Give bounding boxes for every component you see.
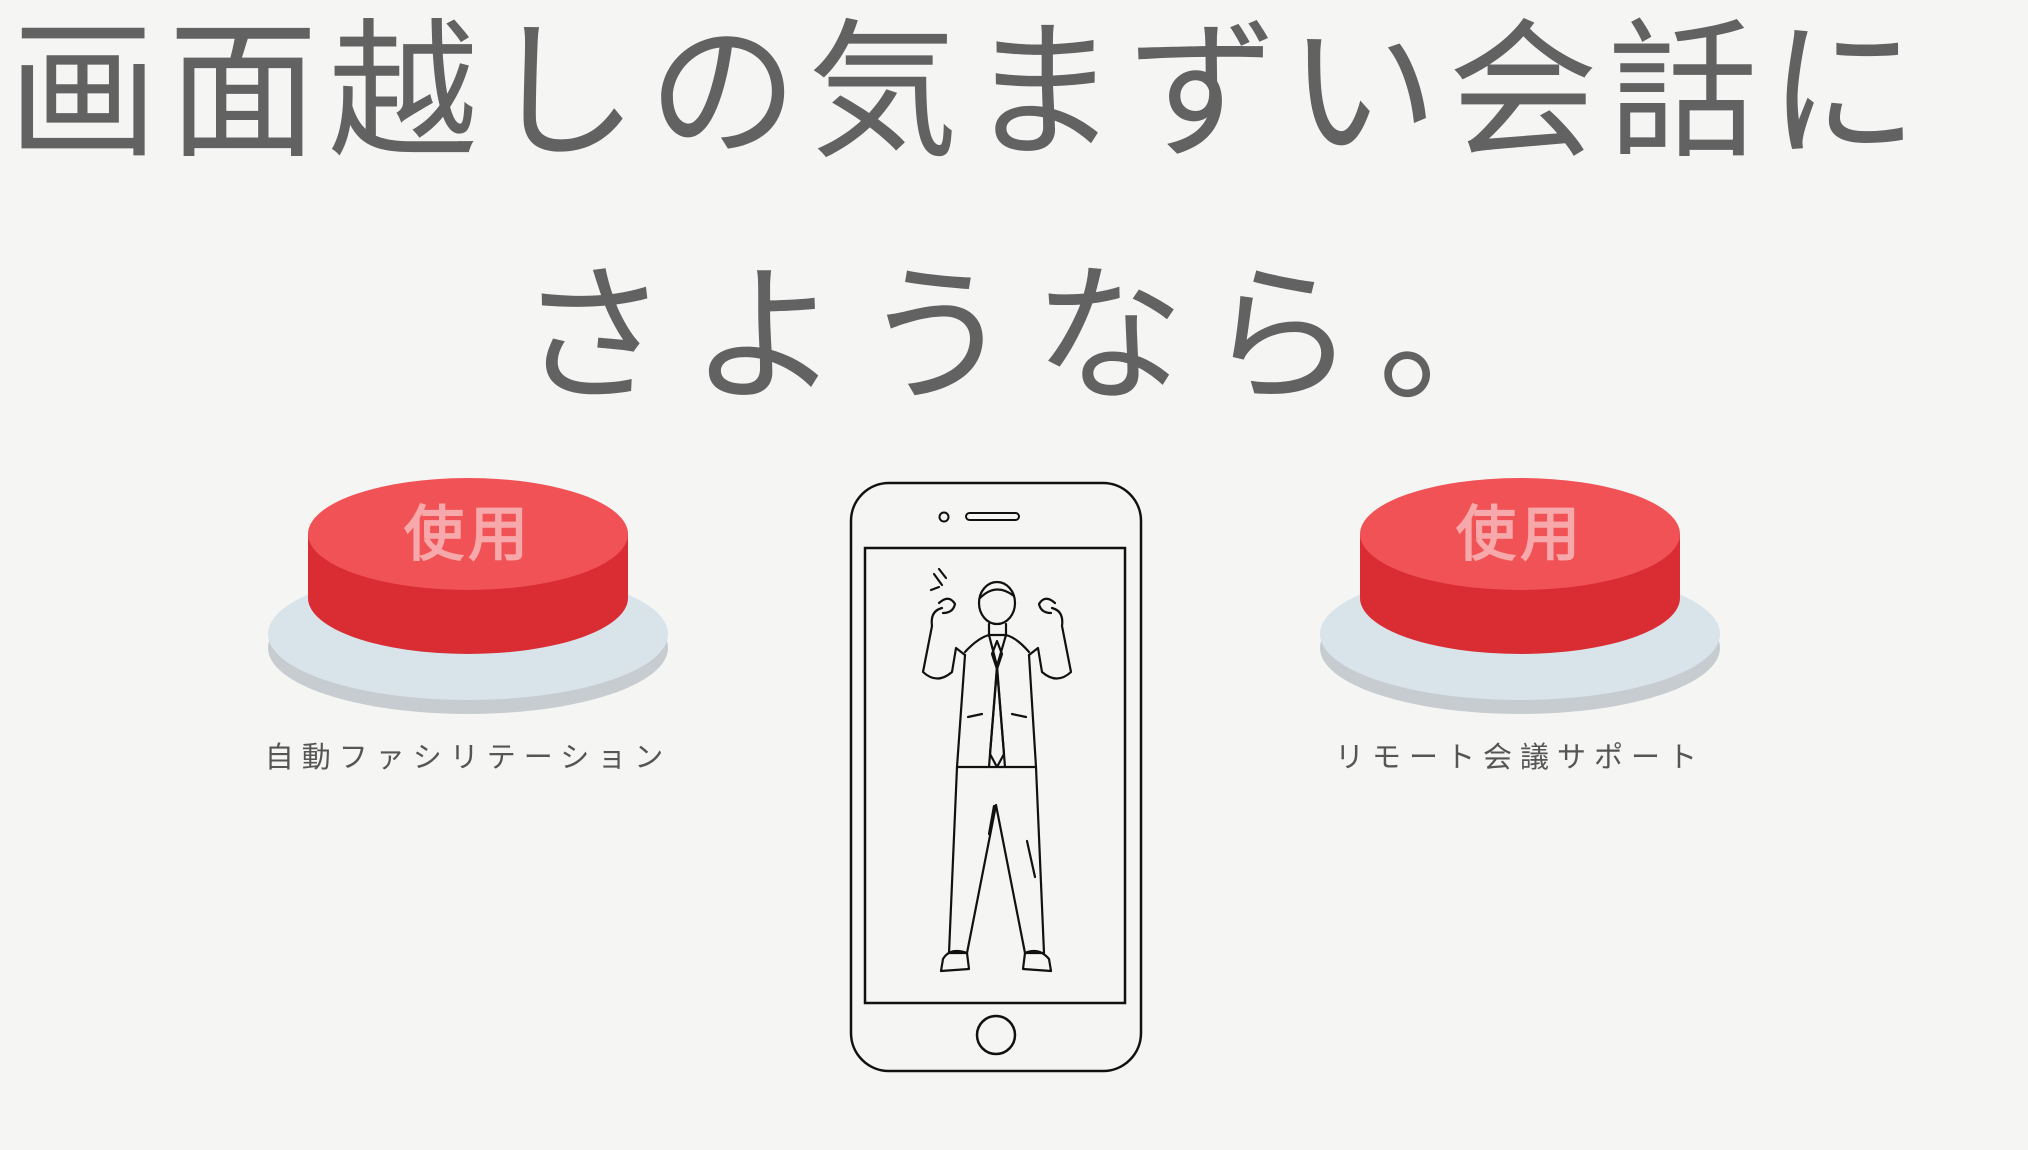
use-button-label: 使用 [1456,500,1584,570]
feature-caption: リモート会議サポート [1334,740,1705,774]
headline-line-2: さようなら。 [518,250,1551,424]
feature-auto-facilitation: 使用 自動ファシリテーション [258,470,678,776]
landing-page: 画面越しの気まずい会話に さようなら。 使用 自動ファシリテーション 使用 リモ… [0,0,2028,1150]
smartphone-illustration [849,481,1143,1073]
feature-remote-meeting-support: 使用 リモート会議サポート [1310,470,1730,776]
red-push-button[interactable]: 使用 [258,470,678,730]
feature-caption: 自動ファシリテーション [264,740,672,774]
smartphone-icon [849,481,1143,1073]
use-button-label: 使用 [404,500,532,570]
headline-line-1: 画面越しの気まずい会話に [8,6,1929,180]
red-push-button[interactable]: 使用 [1310,470,1730,730]
